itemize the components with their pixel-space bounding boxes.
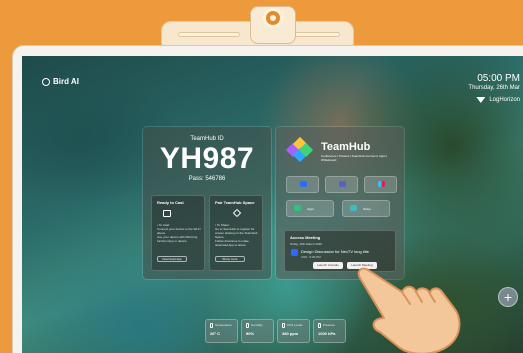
pair-icon (232, 208, 242, 218)
slack-tile[interactable] (364, 176, 397, 193)
wifi-icon (476, 97, 486, 103)
droplet-icon (246, 323, 249, 328)
network-status[interactable]: LogHorizon (476, 97, 520, 103)
cast-heading: Ready to Cast (157, 200, 184, 205)
id-code: YH987 (159, 142, 255, 175)
pair-card: Pair TeamHub Space • To Share: Go to Tea… (209, 195, 263, 271)
teamhub-tagline: Conference | Present | TeamHub Connect |… (321, 154, 388, 162)
temperature-widget[interactable]: Temperature 26° C (205, 319, 238, 343)
pair-instructions: • To Share: Go to TeamHub to register fo… (215, 223, 258, 247)
cast-instructions: • To Cast: Connect your device to the Wi… (157, 223, 201, 243)
teamhub-id-panel: TeamHub ID YH987 Pass: 546786 Ready to C… (143, 127, 271, 279)
network-name: LogHorizon (489, 97, 520, 103)
clock: 05:00 PM Thursday, 26th Mar (468, 73, 520, 91)
zoom-tile[interactable] (286, 176, 319, 193)
bird-logo-icon (42, 77, 50, 86)
setup-tile[interactable]: Setup (342, 200, 390, 217)
zoom-icon (300, 181, 307, 187)
teamhub-logo-icon (285, 136, 314, 163)
teamhub-name: TeamHub (321, 141, 371, 153)
download-app-button[interactable]: Download App (157, 256, 187, 262)
clock-time: 05:00 PM (477, 73, 520, 84)
co2-icon (282, 323, 285, 328)
meeting-title: Design Discussion for NexTV long title (301, 249, 370, 254)
add-button[interactable]: + (498, 287, 518, 307)
gauge-icon (318, 323, 321, 328)
stage: Bird AI 05:00 PM Thursday, 26th Mar LogH… (0, 0, 523, 353)
apps-icon (294, 205, 301, 211)
brand-logo: Bird AI (42, 77, 79, 86)
apps-tile[interactable]: Apps (286, 200, 334, 217)
zoom-icon (291, 249, 298, 256)
cast-icon (163, 210, 171, 217)
meeting-heading: Access Meeting (290, 235, 321, 240)
launch-console-button[interactable]: Launch Console (313, 262, 343, 269)
teams-tile[interactable] (325, 176, 358, 193)
camera-icon (263, 8, 283, 28)
show-more-button[interactable]: Show more (215, 256, 245, 262)
brand-name: Bird AI (53, 77, 79, 86)
cast-card: Ready to Cast • To Cast: Connect your de… (151, 195, 205, 271)
co2-widget[interactable]: CO2 Levels 380 ppm (277, 319, 310, 343)
meeting-date: Today, 26th March 2020 (290, 242, 322, 246)
pointing-hand-icon (357, 267, 461, 353)
meeting-time: 4:00 - 5:00 PM (301, 255, 321, 259)
humidity-widget[interactable]: Humidity 80% (241, 319, 274, 343)
slack-icon (378, 181, 385, 187)
thermometer-icon (210, 323, 213, 328)
setup-icon (350, 205, 357, 211)
teams-icon (339, 181, 346, 187)
teamhub-panel: TeamHub Conference | Present | TeamHub C… (276, 127, 404, 279)
id-pass: Pass: 546786 (188, 176, 226, 182)
clock-date: Thursday, 26th Mar (468, 85, 520, 91)
pressure-widget[interactable]: Pressure 1000 hPa (313, 319, 346, 343)
pair-heading: Pair TeamHub Space (215, 200, 255, 205)
